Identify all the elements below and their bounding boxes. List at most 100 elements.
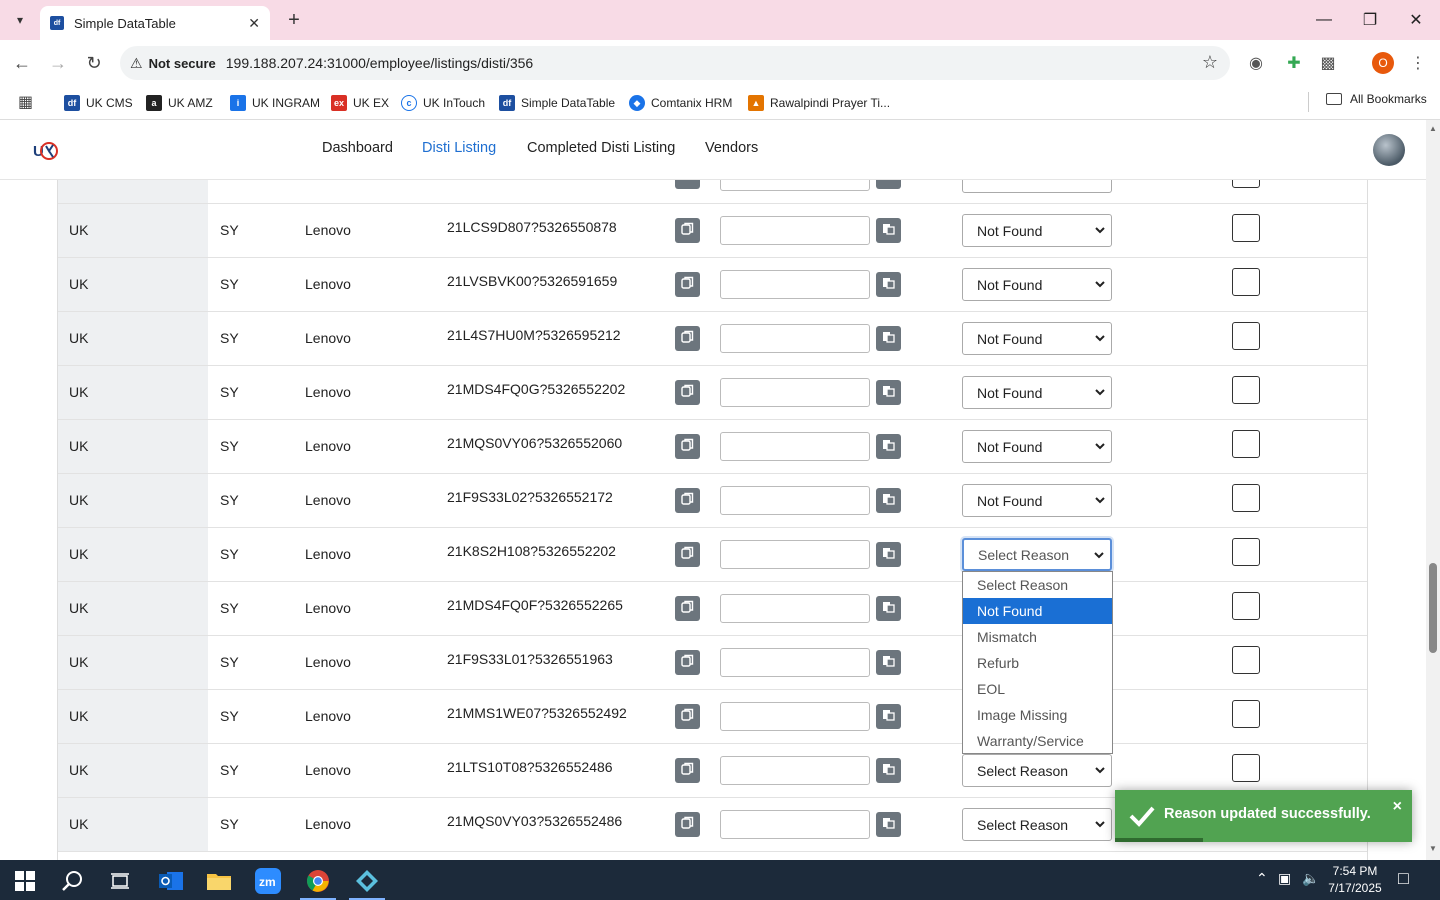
row-checkbox[interactable] bbox=[1232, 538, 1260, 566]
paste-button[interactable] bbox=[876, 758, 901, 783]
dropdown-option[interactable]: Select Reason bbox=[963, 572, 1112, 598]
task-view-icon[interactable] bbox=[107, 868, 133, 894]
paste-button[interactable] bbox=[876, 650, 901, 675]
url-text[interactable]: 199.188.207.24:31000/employee/listings/d… bbox=[226, 55, 533, 71]
paste-button[interactable] bbox=[876, 180, 901, 189]
outlook-icon[interactable] bbox=[158, 868, 184, 894]
bookmark-uk-cms[interactable]: df UK CMS bbox=[64, 92, 133, 114]
address-bar[interactable]: ⚠ Not secure 199.188.207.24:31000/employ… bbox=[120, 46, 1230, 80]
reason-select[interactable]: Not Found bbox=[962, 214, 1112, 247]
paste-button[interactable] bbox=[876, 488, 901, 513]
value-input[interactable] bbox=[720, 486, 870, 515]
tray-chevron-icon[interactable]: ⌃ bbox=[1256, 870, 1268, 887]
copy-sku-button[interactable] bbox=[675, 758, 700, 783]
reload-icon[interactable]: ↻ bbox=[82, 51, 106, 75]
forward-arrow-icon[interactable]: → bbox=[46, 51, 70, 75]
bookmark-uk-intouch[interactable]: c UK InTouch bbox=[401, 92, 485, 114]
bookmark-simple-datatable[interactable]: df Simple DataTable bbox=[499, 92, 615, 114]
copy-sku-button[interactable] bbox=[675, 434, 700, 459]
bookmark-rawalpindi-prayer[interactable]: ▲ Rawalpindi Prayer Ti... bbox=[748, 92, 890, 114]
copy-sku-button[interactable] bbox=[675, 812, 700, 837]
row-checkbox[interactable] bbox=[1232, 484, 1260, 512]
paste-button[interactable] bbox=[876, 218, 901, 243]
profile-avatar[interactable]: O bbox=[1372, 52, 1394, 74]
restore-icon[interactable]: ❐ bbox=[1358, 8, 1382, 32]
paste-button[interactable] bbox=[876, 380, 901, 405]
reason-select[interactable]: Not Found bbox=[962, 322, 1112, 355]
taskbar-clock[interactable]: 7:54 PM 7/17/2025 bbox=[1320, 863, 1390, 897]
notifications-icon[interactable]: □ bbox=[1398, 868, 1409, 889]
translate-icon[interactable]: ◉ bbox=[1246, 53, 1266, 73]
apps-grid-icon[interactable]: ▦ bbox=[18, 92, 33, 112]
browser-menu-icon[interactable]: ⋮ bbox=[1408, 53, 1428, 73]
all-bookmarks-button[interactable]: All Bookmarks bbox=[1326, 92, 1427, 106]
bookmark-uk-ex[interactable]: ex UK EX bbox=[331, 92, 389, 114]
bookmark-comtanix-hrm[interactable]: ◆ Comtanix HRM bbox=[629, 92, 732, 114]
uk-logo-icon[interactable]: U bbox=[32, 138, 58, 162]
network-icon[interactable]: ▣ bbox=[1278, 870, 1291, 887]
value-input[interactable] bbox=[720, 594, 870, 623]
reason-select[interactable]: Select Reason bbox=[962, 538, 1112, 571]
row-checkbox[interactable] bbox=[1232, 754, 1260, 782]
value-input[interactable] bbox=[720, 270, 870, 299]
bookmark-star-icon[interactable]: ☆ bbox=[1202, 52, 1218, 73]
not-secure-label[interactable]: Not secure bbox=[149, 56, 216, 71]
paste-button[interactable] bbox=[876, 272, 901, 297]
reason-select[interactable]: Not Found bbox=[962, 430, 1112, 463]
reason-select[interactable] bbox=[962, 180, 1112, 193]
extension-plus-icon[interactable]: ✚ bbox=[1284, 53, 1304, 73]
value-input[interactable] bbox=[720, 756, 870, 785]
row-checkbox[interactable] bbox=[1232, 214, 1260, 242]
dropdown-option[interactable]: Mismatch bbox=[963, 624, 1112, 650]
app-diamond-icon[interactable] bbox=[354, 868, 380, 894]
value-input[interactable] bbox=[720, 378, 870, 407]
toast-close-icon[interactable]: × bbox=[1393, 798, 1402, 816]
reason-select[interactable]: Select Reason bbox=[962, 808, 1112, 841]
copy-sku-button[interactable] bbox=[675, 704, 700, 729]
paste-button[interactable] bbox=[876, 704, 901, 729]
value-input[interactable] bbox=[720, 324, 870, 353]
file-explorer-icon[interactable] bbox=[206, 868, 232, 894]
row-checkbox[interactable] bbox=[1232, 430, 1260, 458]
nav-completed-disti-listing[interactable]: Completed Disti Listing bbox=[527, 140, 675, 156]
browser-tab[interactable]: df Simple DataTable ✕ bbox=[40, 6, 270, 40]
copy-sku-button[interactable] bbox=[675, 380, 700, 405]
window-close-icon[interactable]: ✕ bbox=[1404, 8, 1428, 32]
nav-dashboard[interactable]: Dashboard bbox=[322, 140, 393, 156]
paste-button[interactable] bbox=[876, 596, 901, 621]
zoom-icon[interactable]: zm bbox=[255, 868, 281, 894]
not-secure-warning-icon[interactable]: ⚠ bbox=[130, 55, 143, 72]
copy-sku-button[interactable] bbox=[675, 272, 700, 297]
dropdown-option-highlighted[interactable]: Not Found bbox=[963, 598, 1112, 624]
row-checkbox[interactable] bbox=[1232, 376, 1260, 404]
row-checkbox[interactable] bbox=[1232, 646, 1260, 674]
value-input[interactable] bbox=[720, 702, 870, 731]
back-arrow-icon[interactable]: ← bbox=[10, 51, 34, 75]
nav-vendors[interactable]: Vendors bbox=[705, 140, 758, 156]
dropdown-option[interactable]: Warranty/Service bbox=[963, 728, 1112, 754]
extensions-puzzle-icon[interactable]: ▩ bbox=[1318, 53, 1338, 73]
value-input[interactable] bbox=[720, 216, 870, 245]
row-checkbox[interactable] bbox=[1232, 592, 1260, 620]
reason-select[interactable]: Select Reason bbox=[962, 754, 1112, 787]
copy-sku-button[interactable] bbox=[675, 180, 700, 189]
row-checkbox[interactable] bbox=[1232, 268, 1260, 296]
copy-sku-button[interactable] bbox=[675, 596, 700, 621]
new-tab-plus-icon[interactable]: + bbox=[282, 8, 306, 32]
copy-sku-button[interactable] bbox=[675, 218, 700, 243]
user-avatar[interactable] bbox=[1373, 134, 1405, 166]
reason-select[interactable]: Not Found bbox=[962, 268, 1112, 301]
value-input[interactable] bbox=[720, 540, 870, 569]
paste-button[interactable] bbox=[876, 434, 901, 459]
dropdown-option[interactable]: Refurb bbox=[963, 650, 1112, 676]
value-input[interactable] bbox=[720, 432, 870, 461]
dropdown-option[interactable]: Image Missing bbox=[963, 702, 1112, 728]
success-toast[interactable]: Reason updated successfully. × bbox=[1115, 790, 1412, 842]
bookmark-uk-ingram[interactable]: i UK INGRAM bbox=[230, 92, 320, 114]
paste-button[interactable] bbox=[876, 812, 901, 837]
page-scrollbar[interactable]: ▲ ▼ bbox=[1426, 120, 1440, 860]
copy-sku-button[interactable] bbox=[675, 488, 700, 513]
row-checkbox[interactable] bbox=[1232, 322, 1260, 350]
nav-disti-listing[interactable]: Disti Listing bbox=[422, 140, 496, 156]
reason-select[interactable]: Not Found bbox=[962, 376, 1112, 409]
